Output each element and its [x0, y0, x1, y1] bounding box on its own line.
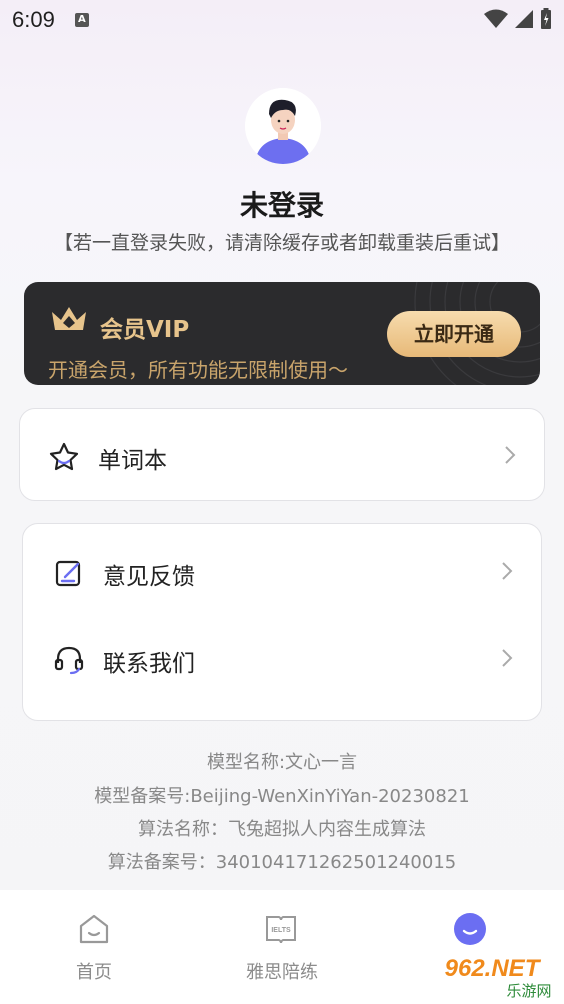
home-icon [79, 914, 109, 944]
algorithm-record: 算法备案号：340104171262501240015 [107, 852, 457, 873]
avatar[interactable] [245, 88, 321, 164]
ielts-book-icon: IELTS [266, 916, 296, 944]
menu-item-feedback[interactable]: 意见反馈 [23, 541, 541, 601]
wifi-icon [484, 9, 508, 28]
user-avatar-icon [245, 88, 321, 164]
vip-card[interactable]: 会员VIP 开通会员，所有功能无限制使用～ 立即开通 [24, 282, 540, 385]
support-card: 意见反馈 联系我们 [22, 523, 542, 721]
watermark-line2: 乐游网 [506, 982, 551, 1000]
battery-icon [541, 8, 551, 29]
status-icons [484, 8, 552, 30]
crown-icon [52, 307, 86, 330]
menu-label-contact: 联系我们 [103, 651, 195, 677]
chevron-right-icon [502, 649, 513, 667]
notification-icon: A [74, 13, 89, 27]
vip-subtitle: 开通会员，所有功能无限制使用～ [48, 358, 348, 382]
vip-title: 会员VIP [100, 317, 190, 343]
headset-icon [54, 646, 84, 675]
ielts-icon-text: IELTS [271, 927, 291, 934]
username[interactable]: 未登录 [0, 184, 564, 224]
menu-item-wordbook[interactable]: 单词本 [20, 425, 544, 485]
menu-label-feedback: 意见反馈 [103, 564, 195, 590]
open-vip-button[interactable]: 立即开通 [387, 311, 521, 357]
chevron-right-icon [505, 446, 516, 464]
tab-label-ielts: 雅思陪练 [246, 962, 318, 983]
signal-icon [515, 10, 533, 28]
wordbook-card: 单词本 [19, 408, 545, 501]
tab-home[interactable]: 首页 [0, 890, 188, 1004]
watermark-line1: 962.NET [445, 955, 542, 982]
tab-ielts[interactable]: IELTS 雅思陪练 [188, 890, 376, 1004]
model-name: 模型名称:文心一言 [206, 752, 358, 773]
model-record: 模型备案号:Beijing-WenXinYiYan-20230821 [94, 786, 470, 807]
menu-label-wordbook: 单词本 [98, 448, 167, 474]
chevron-right-icon [502, 562, 513, 580]
star-icon [49, 442, 79, 471]
watermark-logo: 962.NET 乐游网 [425, 950, 559, 1000]
feedback-icon [55, 560, 81, 587]
status-bar: 6:09 A [0, 0, 564, 40]
profile-active-icon [454, 913, 486, 945]
status-time: 6:09 [12, 7, 55, 32]
login-hint: 【若一直登录失败，请清除缓存或者卸载重装后重试】 [53, 232, 510, 254]
algorithm-name: 算法名称：飞兔超拟人内容生成算法 [138, 819, 426, 840]
menu-item-contact[interactable]: 联系我们 [23, 628, 541, 688]
